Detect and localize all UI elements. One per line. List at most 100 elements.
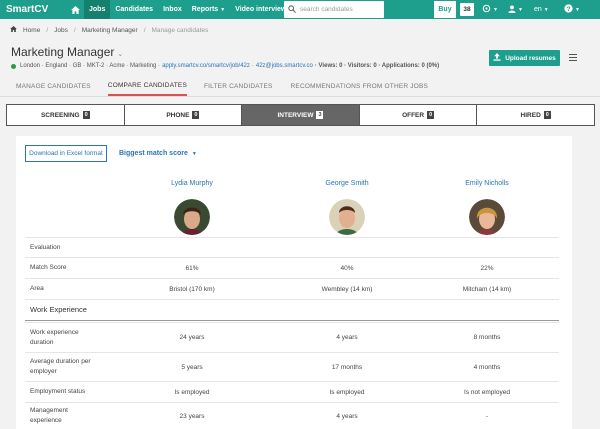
chevron-down-icon: ▼ <box>575 6 580 13</box>
stage-count-badge: 3 <box>316 111 324 119</box>
chevron-down-icon: ▼ <box>191 151 197 157</box>
cell-value: 24 years <box>179 334 205 341</box>
sort-dropdown[interactable]: Biggest match score ▼ <box>119 150 197 157</box>
table-row: Average duration per employer 5 years 17… <box>25 352 559 381</box>
cell-value: Wembley (14 km) <box>321 285 373 293</box>
buy-button[interactable]: Buy <box>434 1 456 18</box>
section-header: Work Experience <box>25 299 559 321</box>
cell-value: 5 years <box>181 363 203 371</box>
help-icon: ? <box>564 4 573 15</box>
search-icon <box>284 4 300 15</box>
cell-value: 4 years <box>336 412 358 420</box>
status-dot-icon <box>11 63 16 69</box>
job-apply-link[interactable]: apply.smartcv.co/smartcv/job/42z <box>162 63 250 69</box>
breadcrumb-jobs[interactable]: Jobs <box>54 27 68 34</box>
nav-jobs[interactable]: Jobs <box>84 0 111 19</box>
breadcrumb-separator: / <box>46 26 49 34</box>
nav-candidates[interactable]: Candidates <box>110 0 158 19</box>
page-title[interactable]: Marketing Manager ⌄ <box>11 45 123 59</box>
cell-value: 40% <box>340 264 354 272</box>
candidate-column: George Smith <box>277 180 417 235</box>
meta-separator: · <box>251 63 254 69</box>
settings-menu[interactable]: ▼ <box>482 0 498 19</box>
candidate-name-link[interactable]: George Smith <box>277 180 417 187</box>
cell-value: 4 months <box>473 363 501 371</box>
user-menu[interactable]: ▼ <box>508 0 523 19</box>
stage-hired[interactable]: HIRED 0 <box>477 105 594 125</box>
home-icon[interactable] <box>10 26 17 34</box>
breadcrumb-separator: / <box>143 26 146 34</box>
job-location: London · England · GB · MKT-2 · Acme · M… <box>20 63 161 69</box>
candidate-name-link[interactable]: Emily Nicholls <box>417 180 557 187</box>
tab-recommendations[interactable]: RECOMMENDATIONS FROM OTHER JOBS <box>291 76 429 96</box>
chevron-down-icon: ▼ <box>493 6 498 13</box>
stage-interview[interactable]: INTERVIEW 3 <box>242 105 360 125</box>
cell-value: 23 years <box>179 412 205 420</box>
stage-count-badge: 0 <box>427 111 435 119</box>
hamburger-menu-icon[interactable] <box>569 54 577 63</box>
cell-value: Is employed <box>174 388 210 396</box>
help-menu[interactable]: ? ▼ <box>564 0 580 19</box>
breadcrumb: Home / Jobs / Marketing Manager / Manage… <box>10 26 208 34</box>
credits-badge[interactable]: 38 <box>460 3 474 16</box>
breadcrumb-separator: / <box>73 26 76 34</box>
row-label: Work experience duration <box>30 328 79 346</box>
row-label: Management experience <box>30 407 68 424</box>
brand-logo[interactable]: SmartCV <box>0 4 66 15</box>
candidate-name-link[interactable]: Lydia Murphy <box>122 180 262 187</box>
upload-icon <box>493 53 501 63</box>
row-label: Employment status <box>30 388 86 395</box>
compare-card: Download in Excel format Biggest match s… <box>16 136 572 429</box>
stage-count-badge: 0 <box>192 111 200 119</box>
chevron-down-icon: ▼ <box>543 6 549 13</box>
chevron-down-icon: ▼ <box>220 6 226 13</box>
candidate-column: Lydia Murphy <box>122 180 262 235</box>
row-label: Evaluation <box>30 243 61 251</box>
download-excel-button[interactable]: Download in Excel format <box>25 145 107 162</box>
home-icon[interactable] <box>66 0 84 19</box>
cell-value: Is not employed <box>464 388 510 396</box>
job-stats: · Views: 0 · Visitors: 0 · Applications:… <box>314 63 440 69</box>
cell-value: 17 months <box>331 363 363 371</box>
nav-inbox[interactable]: Inbox <box>158 0 187 19</box>
upload-resumes-button[interactable]: Upload resumes <box>489 50 560 66</box>
table-row: Area Bristol (170 km) Wembley (14 km) Mi… <box>25 278 559 299</box>
job-tabs: MANAGE CANDIDATES COMPARE CANDIDATES FIL… <box>0 76 600 97</box>
svg-text:?: ? <box>567 6 571 13</box>
stage-phone[interactable]: PHONE 0 <box>125 105 243 125</box>
top-navbar: SmartCV Jobs Candidates Inbox Reports ▼ V… <box>0 0 600 19</box>
tab-compare-candidates[interactable]: COMPARE CANDIDATES <box>107 76 187 96</box>
row-label: Area <box>30 285 44 292</box>
chevron-down-icon: ⌄ <box>117 51 124 58</box>
cell-value: 4 years <box>336 334 358 341</box>
tab-manage-candidates[interactable]: MANAGE CANDIDATES <box>16 76 91 96</box>
avatar[interactable] <box>469 199 505 235</box>
user-icon <box>508 4 516 15</box>
tab-filter-candidates[interactable]: FILTER CANDIDATES <box>204 76 273 96</box>
cell-value: - <box>485 412 489 420</box>
gear-icon <box>482 4 491 15</box>
search-input[interactable]: search candidates <box>284 1 384 18</box>
stage-screening[interactable]: SCREENING 0 <box>7 105 125 125</box>
avatar[interactable] <box>174 199 210 235</box>
job-email-link[interactable]: 42z@jobs.smartcv.co <box>256 63 313 69</box>
cell-value: Bristol (170 km) <box>169 285 215 293</box>
row-label: Average duration per employer <box>30 358 91 375</box>
breadcrumb-job[interactable]: Marketing Manager <box>82 27 138 34</box>
job-meta: London · England · GB · MKT-2 · Acme · M… <box>11 63 439 69</box>
table-row: Employment status Is employed Is employe… <box>25 381 559 402</box>
stage-count-badge: 0 <box>82 111 90 119</box>
nav-reports[interactable]: Reports ▼ <box>187 0 230 19</box>
pipeline-stages: SCREENING 0 PHONE 0 INTERVIEW 3 OFFER 0 HIRE… <box>6 104 595 126</box>
cell-value: 22% <box>480 264 494 272</box>
candidate-column: Emily Nicholls <box>417 180 557 235</box>
table-row: Management experience 23 years 4 years - <box>25 402 559 429</box>
breadcrumb-current: Manage candidates <box>151 26 209 34</box>
language-label: en <box>534 6 542 13</box>
language-menu[interactable]: en ▼ <box>534 0 549 19</box>
avatar[interactable] <box>329 199 365 235</box>
stage-offer[interactable]: OFFER 0 <box>360 105 478 125</box>
breadcrumb-home[interactable]: Home <box>23 27 40 34</box>
cell-value: Mitcham (14 km) <box>462 285 512 293</box>
section-title: Work Experience <box>30 305 87 314</box>
